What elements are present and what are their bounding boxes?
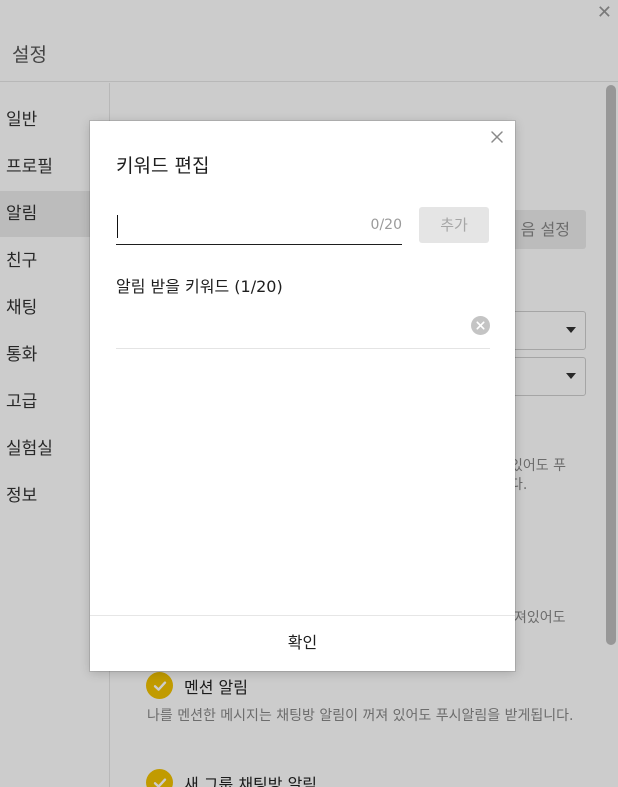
- remove-keyword-icon[interactable]: [471, 316, 490, 335]
- close-icon[interactable]: [487, 127, 507, 147]
- character-counter: 0/20: [370, 217, 402, 233]
- add-keyword-button[interactable]: 추가: [419, 207, 489, 243]
- keyword-list-title: 알림 받을 키워드 (1/20): [116, 277, 283, 296]
- text-caret: [117, 215, 118, 238]
- dialog-title: 키워드 편집: [116, 155, 210, 177]
- keyword-edit-dialog: 키워드 편집 0/20 추가 알림 받을 키워드 (1/20) 확인: [90, 121, 515, 671]
- keyword-input-field[interactable]: 0/20: [116, 209, 402, 245]
- keyword-input[interactable]: [116, 209, 366, 243]
- keyword-list-item: [116, 306, 490, 349]
- confirm-button[interactable]: 확인: [90, 615, 515, 671]
